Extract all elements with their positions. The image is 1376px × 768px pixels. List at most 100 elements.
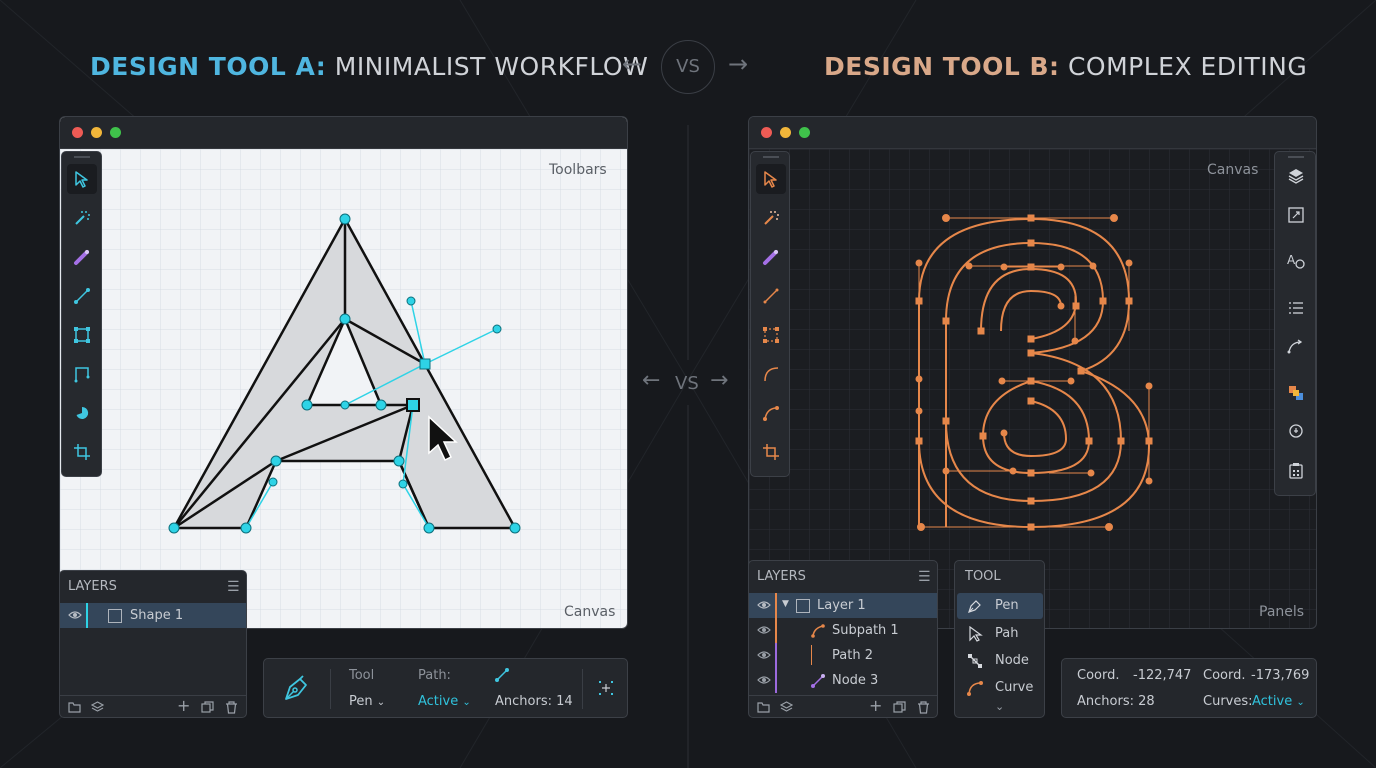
- svg-text:A: A: [1287, 253, 1296, 267]
- layer-row[interactable]: Path 2: [749, 643, 937, 668]
- curves-dropdown[interactable]: Active ⌄: [1252, 694, 1305, 709]
- curve-tool-icon: [967, 681, 983, 696]
- arrow-left-icon: ←: [642, 368, 661, 393]
- tool-dropdown[interactable]: Pen ⌄: [349, 694, 385, 709]
- tool-a-canvas[interactable]: [60, 149, 628, 629]
- resize-frame-icon[interactable]: [1281, 200, 1311, 230]
- tool-a-titlebar: [60, 117, 627, 149]
- character-style-icon[interactable]: A: [1281, 246, 1311, 276]
- new-folder-icon[interactable]: [757, 699, 770, 718]
- tool-a-title-bold: DESIGN TOOL A:: [90, 52, 327, 81]
- brush-icon[interactable]: [67, 242, 97, 272]
- tool-b-coords-bar: Coord. -122,747 Coord. -173,769 Anchors:…: [1061, 658, 1317, 718]
- toolbar-grip: [1288, 156, 1304, 158]
- layer-row[interactable]: Shape 1: [60, 603, 246, 628]
- rectangle-icon[interactable]: [67, 320, 97, 350]
- chevron-down-icon[interactable]: ⌄: [995, 700, 1004, 713]
- tool-b-toolbar: [750, 151, 790, 477]
- select-arrow-icon[interactable]: [756, 164, 786, 194]
- maximize-window-button[interactable]: [110, 127, 121, 138]
- node-icon: [811, 674, 825, 688]
- tool-item-pen[interactable]: Pen: [957, 593, 1043, 619]
- eye-icon[interactable]: [757, 624, 771, 636]
- minimize-window-button[interactable]: [780, 127, 791, 138]
- add-layer-icon[interactable]: +: [177, 696, 190, 715]
- line-icon[interactable]: [67, 281, 97, 311]
- magic-wand-icon[interactable]: [756, 203, 786, 233]
- pen-tool-icon[interactable]: [282, 673, 312, 707]
- tool-label: Tool: [349, 668, 375, 683]
- eye-icon[interactable]: [68, 609, 82, 621]
- location-pin-icon[interactable]: [1281, 417, 1311, 447]
- delete-layer-icon[interactable]: [225, 699, 238, 718]
- layers-stack-icon[interactable]: [90, 699, 105, 718]
- maximize-window-button[interactable]: [799, 127, 810, 138]
- anchors-count: Anchors: 28: [1077, 694, 1155, 709]
- arrow-left-icon: ←: [622, 50, 643, 78]
- tool-b-tool-panel: TOOL Pen Pah Node Curve ⌄: [954, 560, 1045, 718]
- tool-a-layers-panel: LAYERS ☰ Shape 1 +: [59, 570, 247, 718]
- panel-menu-icon[interactable]: ☰: [918, 569, 931, 585]
- tool-item-path[interactable]: Pah: [957, 621, 1043, 647]
- layer-color-bar: [775, 618, 777, 643]
- transform-path-icon[interactable]: [1281, 332, 1311, 362]
- node-tool-icon: [968, 654, 982, 668]
- tool-item-node[interactable]: Node: [957, 648, 1043, 674]
- layers-stack-icon[interactable]: [779, 699, 794, 718]
- panel-menu-icon[interactable]: ☰: [227, 579, 240, 595]
- add-layer-icon[interactable]: +: [869, 696, 882, 715]
- canvas-label-canvas: Canvas: [564, 604, 616, 620]
- brush-icon[interactable]: [756, 242, 786, 272]
- layer-color-bar: [775, 643, 777, 668]
- layer-color-bar: [86, 603, 88, 628]
- arc-icon[interactable]: [756, 359, 786, 389]
- curve-node-icon[interactable]: [756, 398, 786, 428]
- layers-footer: [60, 695, 246, 696]
- rectangle-icon[interactable]: [756, 320, 786, 350]
- transform-icon[interactable]: [598, 680, 614, 700]
- crop-icon[interactable]: [756, 437, 786, 467]
- corner-icon[interactable]: [67, 359, 97, 389]
- layer-row[interactable]: Node 3: [749, 668, 937, 693]
- path-dropdown[interactable]: Active ⌄: [418, 694, 471, 709]
- tool-b-title-bold: DESIGN TOOL B:: [824, 52, 1060, 81]
- divider: [582, 669, 583, 709]
- tool-b-title-rest: COMPLEX EDITING: [1059, 52, 1308, 81]
- eye-icon[interactable]: [757, 674, 771, 686]
- tool-item-curve[interactable]: Curve: [957, 675, 1043, 701]
- tool-b-window: Canvas Panels: [748, 116, 1317, 629]
- new-folder-icon[interactable]: [68, 699, 81, 718]
- delete-layer-icon[interactable]: [917, 699, 930, 718]
- layers-panel-title: LAYERS: [68, 579, 117, 594]
- select-arrow-icon[interactable]: [67, 164, 97, 194]
- layer-name: Node 3: [832, 673, 879, 688]
- expand-triangle-icon[interactable]: ▼: [782, 599, 789, 609]
- pie-icon[interactable]: [67, 398, 97, 428]
- close-window-button[interactable]: [761, 127, 772, 138]
- arrow-right-icon: →: [728, 50, 749, 78]
- line-icon[interactable]: [756, 281, 786, 311]
- eye-icon[interactable]: [757, 649, 771, 661]
- direct-select-icon: [969, 626, 983, 642]
- duplicate-layer-icon[interactable]: [201, 699, 214, 718]
- duplicate-layer-icon[interactable]: [893, 699, 906, 718]
- layers-stack-icon[interactable]: [1281, 161, 1311, 191]
- layer-name: Path 2: [832, 648, 873, 663]
- chevron-down-icon: ⌄: [376, 697, 386, 708]
- anchor-node-icon: [494, 667, 510, 687]
- layer-row[interactable]: ▼ Layer 1: [749, 593, 937, 618]
- crop-icon[interactable]: [67, 437, 97, 467]
- tool-a-window: Toolbars Canvas: [59, 116, 628, 629]
- divider: [330, 669, 331, 709]
- list-icon[interactable]: [1281, 293, 1311, 323]
- tool-dropdown-value: Pen: [349, 694, 373, 709]
- layer-row[interactable]: Subpath 1: [749, 618, 937, 643]
- close-window-button[interactable]: [72, 127, 83, 138]
- subpath-icon: [811, 624, 825, 638]
- tool-b-canvas[interactable]: [749, 149, 1317, 629]
- clipboard-icon[interactable]: [1281, 456, 1311, 486]
- swatches-icon[interactable]: [1281, 378, 1311, 408]
- eye-icon[interactable]: [757, 599, 771, 611]
- minimize-window-button[interactable]: [91, 127, 102, 138]
- magic-wand-icon[interactable]: [67, 203, 97, 233]
